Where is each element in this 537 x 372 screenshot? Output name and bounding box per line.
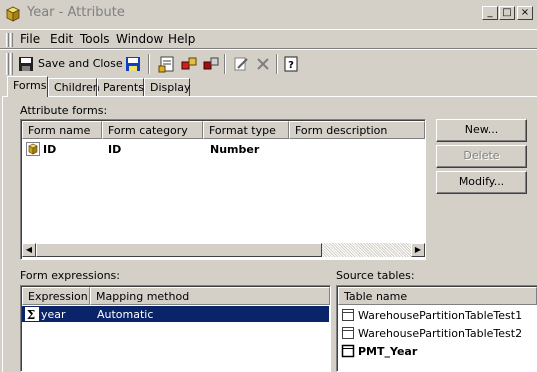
column-header-form-name[interactable]: Form name: [22, 121, 102, 139]
form-category-cell: ID: [108, 143, 122, 156]
window-title: Year - Attribute: [27, 5, 125, 20]
table-name-cell: PMT_Year: [358, 345, 418, 358]
toolbar-separator: [148, 54, 150, 74]
maximize-button[interactable]: □: [499, 6, 515, 20]
list-item[interactable]: WarehousePartitionTableTest2: [338, 324, 537, 342]
help-icon[interactable]: ?: [282, 55, 300, 73]
menu-bar: File Edit Tools Window Help: [0, 29, 537, 49]
tab-parents[interactable]: Parents: [97, 78, 144, 96]
scroll-right-button[interactable]: ▶: [411, 243, 425, 257]
svg-text:Σ: Σ: [27, 308, 35, 321]
properties-icon[interactable]: [158, 55, 176, 73]
table-name-cell: WarehousePartitionTableTest2: [358, 327, 523, 340]
mapping-method-cell: Automatic: [97, 308, 154, 321]
toolbar: Save and Close ?: [0, 49, 537, 77]
source-tables-label: Source tables:: [336, 269, 415, 282]
table-icon: [341, 326, 355, 340]
cubes-red-icon[interactable]: [202, 55, 220, 73]
format-type-cell: Number: [210, 143, 260, 156]
scrollbar-thumb[interactable]: [36, 243, 322, 257]
toolbar-separator-3: [276, 54, 278, 74]
table-row[interactable]: ID ID Number: [22, 141, 425, 157]
delete-icon[interactable]: [254, 55, 272, 73]
delete-button[interactable]: Delete: [436, 145, 527, 168]
minimize-button[interactable]: _: [482, 6, 498, 20]
menu-grip: [6, 33, 9, 47]
menu-tools[interactable]: Tools: [80, 32, 110, 46]
tab-display[interactable]: Display: [144, 78, 191, 96]
attribute-forms-label: Attribute forms:: [20, 104, 108, 117]
list-item[interactable]: WarehousePartitionTableTest1: [338, 306, 537, 324]
tab-children[interactable]: Children: [48, 78, 100, 96]
toolbar-grip: [6, 53, 9, 75]
form-name-cell: ID: [43, 143, 57, 156]
column-header-form-category[interactable]: Form category: [102, 121, 203, 139]
edit-icon[interactable]: [232, 55, 250, 73]
menu-help[interactable]: Help: [168, 32, 195, 46]
table-row[interactable]: Σ year Automatic: [22, 306, 329, 322]
save-and-close-button[interactable]: Save and Close: [38, 57, 123, 70]
source-tables-list[interactable]: Table name WarehousePartitionTableTest1 …: [336, 285, 537, 372]
title-bar: Year - Attribute _ □ ×: [0, 0, 537, 28]
save-icon-2[interactable]: [124, 55, 142, 73]
column-header-table-name[interactable]: Table name: [338, 287, 537, 305]
table-name-cell: WarehousePartitionTableTest1: [358, 309, 523, 322]
list-item[interactable]: PMT_Year: [338, 342, 537, 360]
menu-file[interactable]: File: [20, 32, 40, 46]
svg-text:?: ?: [288, 60, 294, 71]
table-icon-active: [341, 344, 355, 358]
menu-edit[interactable]: Edit: [50, 32, 73, 46]
save-icon[interactable]: [17, 55, 35, 73]
menu-grip-2: [10, 33, 13, 47]
menu-window[interactable]: Window: [116, 32, 163, 46]
attribute-forms-list[interactable]: Form name Form category Format type Form…: [20, 119, 426, 260]
toolbar-grip-2: [10, 53, 13, 75]
toolbar-separator-2: [224, 54, 226, 74]
column-header-form-description[interactable]: Form description: [289, 121, 425, 139]
column-header-expression[interactable]: Expression: [22, 287, 90, 305]
form-expressions-label: Form expressions:: [20, 269, 120, 282]
sigma-icon: Σ: [25, 307, 39, 322]
column-header-format-type[interactable]: Format type: [203, 121, 289, 139]
table-icon: [341, 308, 355, 322]
attribute-app-icon: [5, 6, 21, 22]
column-header-mapping-method[interactable]: Mapping method: [90, 287, 330, 305]
form-expressions-list[interactable]: Expression Mapping method Σ year Automat…: [20, 285, 331, 372]
tab-forms[interactable]: Forms: [7, 76, 48, 97]
scroll-left-button[interactable]: ◀: [22, 243, 36, 257]
new-button[interactable]: New...: [436, 119, 527, 142]
attribute-form-icon: [26, 142, 40, 156]
cubes-icon[interactable]: [180, 55, 198, 73]
expression-cell: year: [41, 308, 66, 321]
modify-button[interactable]: Modify...: [436, 171, 527, 194]
close-button[interactable]: ×: [517, 6, 533, 20]
